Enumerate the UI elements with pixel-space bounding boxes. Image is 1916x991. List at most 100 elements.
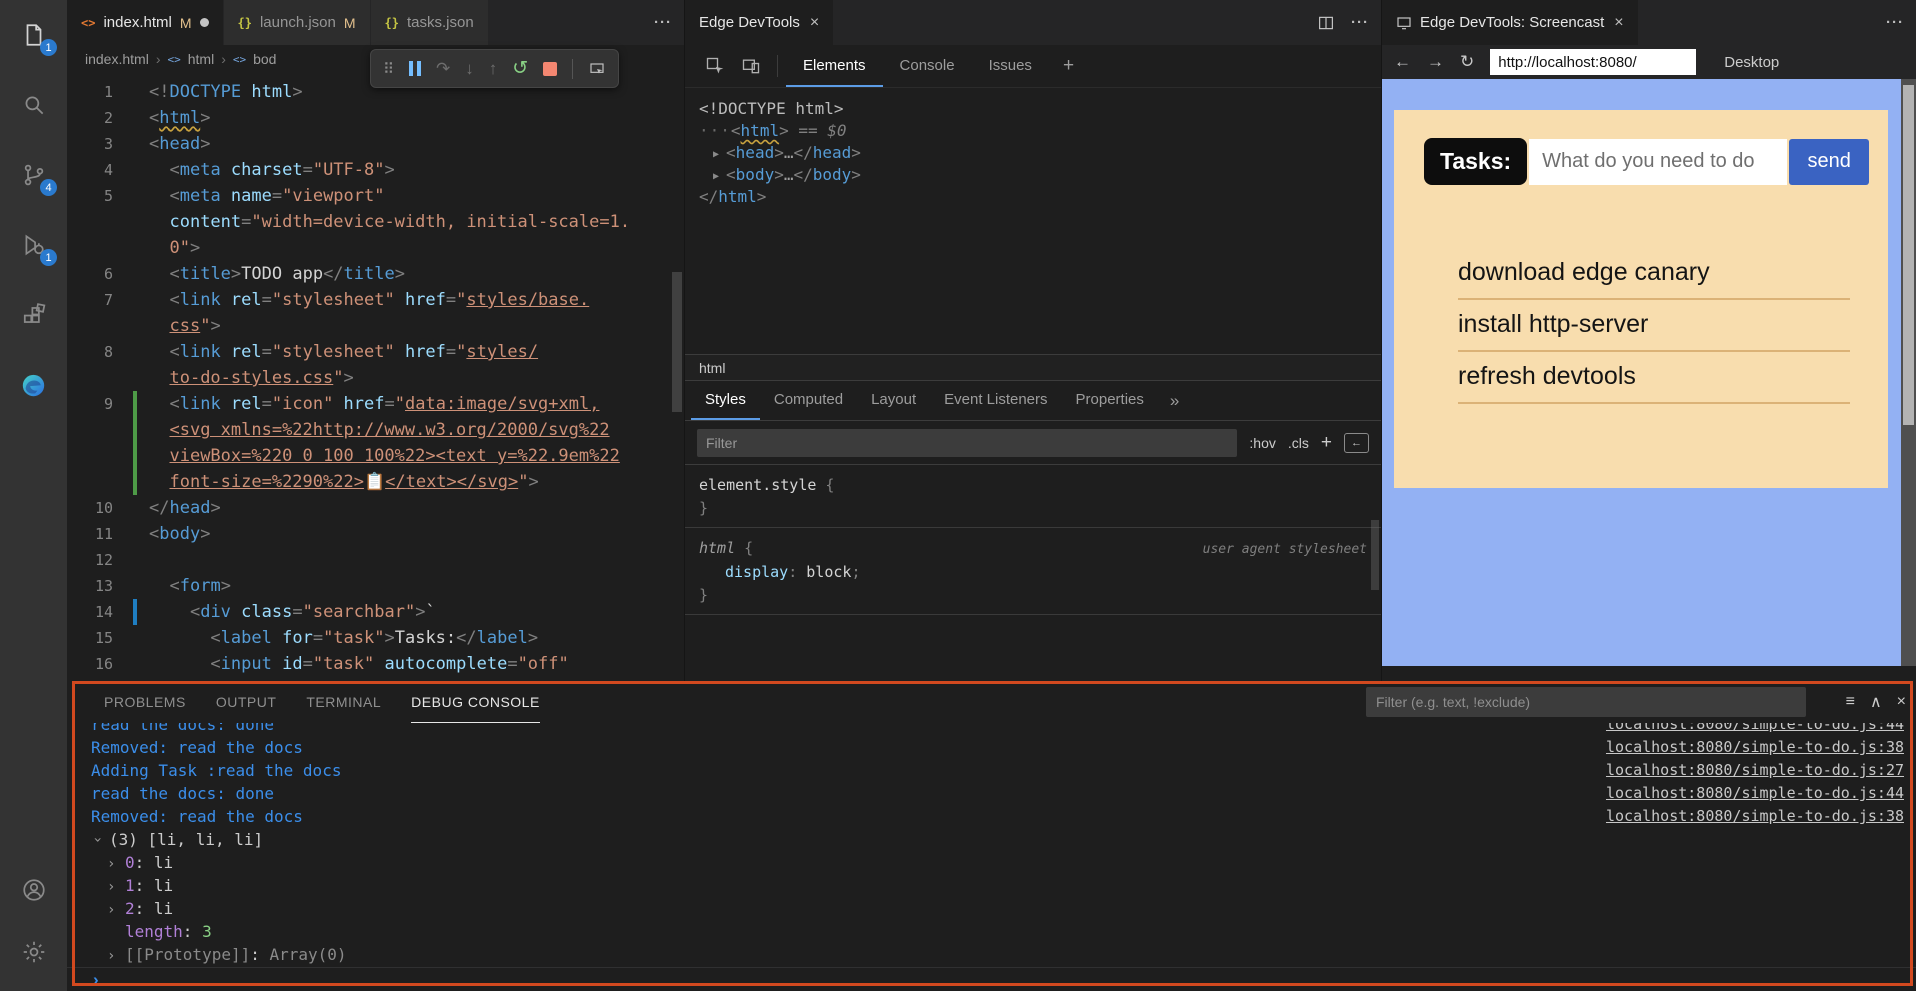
console-row[interactable]: ›2: li xyxy=(67,897,1916,920)
device-emulation-icon[interactable] xyxy=(733,45,769,87)
send-button[interactable]: send xyxy=(1789,139,1869,185)
more-tabs-icon[interactable]: » xyxy=(1158,381,1191,420)
code-editor[interactable]: 1<!DOCTYPE html>2<html>3<head>4 <meta ch… xyxy=(67,73,684,681)
step-out-icon[interactable]: ↑ xyxy=(489,59,498,79)
device-mode-label[interactable]: Desktop xyxy=(1724,54,1779,71)
activity-search[interactable] xyxy=(0,70,67,140)
code-line[interactable]: font-size=%2290%22>📋</text></svg>"> xyxy=(67,469,684,495)
more-actions-icon[interactable]: ··· xyxy=(654,14,672,31)
code-line[interactable]: css"> xyxy=(67,313,684,339)
console-row[interactable]: ›1: li xyxy=(67,874,1916,897)
console-row[interactable]: ›(3) [li, li, li] xyxy=(67,828,1916,851)
code-line[interactable]: 11<body> xyxy=(67,521,684,547)
inspect-icon[interactable] xyxy=(697,45,733,87)
tab-console[interactable]: Console xyxy=(883,45,972,87)
expand-icon[interactable]: › xyxy=(107,899,125,922)
source-link[interactable]: localhost:8080/simple-to-do.js:27 xyxy=(1606,759,1904,782)
console-row[interactable]: Removed: read the docslocalhost:8080/sim… xyxy=(67,805,1916,828)
filter-lines-icon[interactable]: ≡ xyxy=(1846,693,1855,711)
tab-index-html[interactable]: <> index.html M xyxy=(67,0,224,45)
activity-edge-devtools[interactable] xyxy=(0,350,67,420)
close-icon[interactable]: × xyxy=(1614,14,1623,32)
tab-elements[interactable]: Elements xyxy=(786,45,883,87)
step-into-icon[interactable]: ↓ xyxy=(465,59,474,79)
code-line[interactable]: 0"> xyxy=(67,235,684,261)
breadcrumb-symbol[interactable]: html xyxy=(188,51,214,67)
console-row[interactable]: ›[[Prototype]]: Array(0) xyxy=(67,943,1916,966)
forward-icon[interactable]: → xyxy=(1427,52,1444,72)
scrollbar-thumb[interactable] xyxy=(1903,85,1914,425)
tab-screencast[interactable]: Edge DevTools: Screencast × xyxy=(1382,0,1639,45)
console-row[interactable]: ›length: 3 xyxy=(67,920,1916,943)
dom-node[interactable]: ▶<body>…</body> xyxy=(699,164,1381,186)
console-row[interactable]: read the docs: donelocalhost:8080/simple… xyxy=(67,782,1916,805)
dom-node[interactable]: ▶<head>…</head> xyxy=(699,142,1381,164)
console-row[interactable]: Removed: read the docslocalhost:8080/sim… xyxy=(67,736,1916,759)
code-line[interactable]: content="width=device-width, initial-sca… xyxy=(67,209,684,235)
source-link[interactable]: localhost:8080/simple-to-do.js:38 xyxy=(1606,736,1904,759)
screencast-toggle-icon[interactable] xyxy=(588,61,606,77)
code-line[interactable]: 8 <link rel="stylesheet" href="styles/ xyxy=(67,339,684,365)
settings-button[interactable] xyxy=(0,921,67,983)
tab-output[interactable]: OUTPUT xyxy=(216,681,277,723)
styles-filter-input[interactable] xyxy=(697,429,1237,457)
console-filter-input[interactable] xyxy=(1366,687,1806,717)
code-line[interactable]: 7 <link rel="stylesheet" href="styles/ba… xyxy=(67,287,684,313)
tab-layout[interactable]: Layout xyxy=(857,381,930,420)
console-row[interactable]: ›0: li xyxy=(67,851,1916,874)
url-input[interactable] xyxy=(1490,49,1696,75)
dom-tree[interactable]: <!DOCTYPE html>···<html> == $0▶<head>…</… xyxy=(685,88,1381,354)
source-link[interactable]: localhost:8080/simple-to-do.js:44 xyxy=(1606,782,1904,805)
activity-run-debug[interactable]: 1 xyxy=(0,210,67,280)
breadcrumb-symbol[interactable]: bod xyxy=(253,51,276,67)
code-line[interactable]: viewBox=%220 0 100 100%22><text y=%22.9e… xyxy=(67,443,684,469)
tab-styles[interactable]: Styles xyxy=(691,381,760,420)
console-row[interactable]: Adding Task :read the docslocalhost:8080… xyxy=(67,759,1916,782)
dom-node[interactable]: </html> xyxy=(699,186,1381,208)
page-scrollbar[interactable] xyxy=(1901,79,1916,666)
expand-icon[interactable]: › xyxy=(107,876,125,899)
style-rule-element[interactable]: element.style { } xyxy=(685,465,1381,528)
tab-edge-devtools[interactable]: Edge DevTools × xyxy=(685,0,834,45)
drag-grip-icon[interactable]: ⠿ xyxy=(383,60,394,78)
class-toggle-button[interactable]: .cls xyxy=(1288,435,1309,451)
code-line[interactable]: 13 <form> xyxy=(67,573,684,599)
close-icon[interactable]: × xyxy=(810,14,819,32)
tab-problems[interactable]: PROBLEMS xyxy=(104,681,186,723)
editor-scrollbar[interactable] xyxy=(672,272,682,412)
unsaved-dot-icon[interactable] xyxy=(200,18,209,27)
code-line[interactable]: 14 <div class="searchbar">` xyxy=(67,599,684,625)
close-icon[interactable]: × xyxy=(1897,693,1906,711)
activity-extensions[interactable] xyxy=(0,280,67,350)
new-style-rule-icon[interactable]: + xyxy=(1321,432,1332,454)
code-line[interactable]: 2<html> xyxy=(67,105,684,131)
code-line[interactable]: 16 <input id="task" autocomplete="off" xyxy=(67,651,684,677)
tab-terminal[interactable]: TERMINAL xyxy=(306,681,381,723)
dom-breadcrumb[interactable]: html xyxy=(685,354,1381,381)
expand-icon[interactable]: ▶ xyxy=(713,166,719,188)
styles-scrollbar[interactable] xyxy=(1371,520,1379,590)
console-output[interactable]: read the docs: donelocalhost:8080/simple… xyxy=(67,723,1916,967)
screencast-viewport[interactable]: Tasks: send download edge canary install… xyxy=(1382,79,1916,666)
expand-icon[interactable]: › xyxy=(107,853,125,876)
code-line[interactable]: 10</head> xyxy=(67,495,684,521)
activity-source-control[interactable]: 4 xyxy=(0,140,67,210)
expand-icon[interactable]: › xyxy=(107,945,125,967)
back-icon[interactable]: ← xyxy=(1394,52,1411,72)
console-input-row[interactable]: › xyxy=(67,967,1916,991)
stop-icon[interactable] xyxy=(543,62,557,76)
style-rule-html[interactable]: html { user agent stylesheet display: bl… xyxy=(685,528,1381,615)
accounts-button[interactable] xyxy=(0,859,67,921)
code-line[interactable]: 5 <meta name="viewport" xyxy=(67,183,684,209)
new-tab-icon[interactable]: + xyxy=(1049,45,1088,87)
breadcrumb-file[interactable]: index.html xyxy=(85,51,149,67)
pause-icon[interactable] xyxy=(409,61,421,76)
console-row[interactable]: read the docs: donelocalhost:8080/simple… xyxy=(67,723,1916,736)
tab-computed[interactable]: Computed xyxy=(760,381,857,420)
activity-explorer[interactable]: 1 xyxy=(0,0,67,70)
more-actions-icon[interactable]: ··· xyxy=(1886,14,1904,31)
hover-state-button[interactable]: :hov xyxy=(1249,435,1275,451)
expand-icon[interactable]: ▶ xyxy=(713,144,719,166)
step-over-icon[interactable]: ↷ xyxy=(436,59,450,79)
panel-dock-icon[interactable]: ← xyxy=(1344,433,1369,453)
